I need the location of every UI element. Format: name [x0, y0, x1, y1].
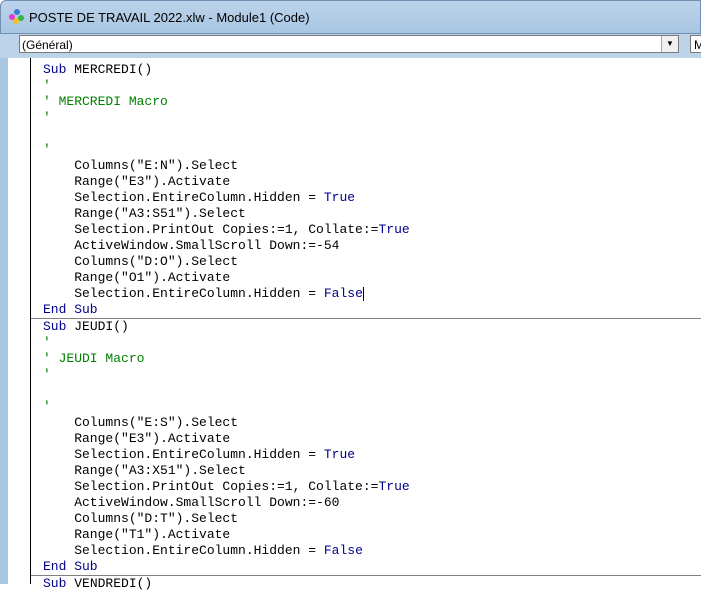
code-line[interactable]: '	[31, 142, 701, 158]
text-caret	[362, 286, 364, 301]
code-line[interactable]	[31, 126, 701, 142]
code-text: ActiveWindow.SmallScroll Down:=-60	[43, 495, 340, 510]
code-text: Selection.EntireColumn.Hidden =	[43, 190, 324, 205]
keyword: True	[378, 222, 410, 237]
keyword: False	[323, 286, 363, 301]
keyword: False	[323, 543, 363, 558]
code-text: Selection.PrintOut Copies:=1, Collate:=	[43, 222, 379, 237]
object-combo[interactable]: (Général) ▼	[19, 35, 679, 53]
comment: '	[43, 142, 51, 157]
code-text: Range("A3:S51").Select	[43, 206, 246, 221]
code-line[interactable]: '	[31, 110, 701, 126]
keyword: End Sub	[43, 302, 98, 317]
code-line[interactable]: '	[31, 367, 701, 383]
code-line[interactable]	[31, 383, 701, 399]
code-line[interactable]: End Sub	[31, 302, 701, 319]
code-line[interactable]: Columns("D:T").Select	[31, 511, 701, 527]
code-line[interactable]: End Sub	[31, 559, 701, 576]
code-line[interactable]: Columns("D:O").Select	[31, 254, 701, 270]
keyword: True	[323, 190, 356, 205]
procedure-combo[interactable]: M	[690, 35, 701, 53]
title-bar: POSTE DE TRAVAIL 2022.xlw - Module1 (Cod…	[0, 0, 701, 34]
code-text: Range("O1").Activate	[43, 270, 231, 285]
keyword: True	[378, 479, 410, 494]
code-editor[interactable]: Sub MERCREDI() ' ' MERCREDI Macro ' ' Column…	[31, 62, 701, 592]
code-text: Selection.PrintOut Copies:=1, Collate:=	[43, 479, 379, 494]
code-text: MERCREDI()	[74, 62, 153, 77]
code-line[interactable]: Range("T1").Activate	[31, 527, 701, 543]
code-line[interactable]: ' MERCREDI Macro	[31, 94, 701, 110]
code-line[interactable]: '	[31, 335, 701, 351]
code-line[interactable]: Selection.PrintOut Copies:=1, Collate:=T…	[31, 222, 701, 238]
comment: '	[43, 399, 51, 414]
code-line[interactable]: Sub VENDREDI()	[31, 576, 701, 592]
comment: '	[43, 78, 51, 93]
keyword: Sub	[43, 319, 75, 334]
code-line[interactable]: Selection.PrintOut Copies:=1, Collate:=T…	[31, 479, 701, 495]
code-text: ActiveWindow.SmallScroll Down:=-54	[43, 238, 340, 253]
code-text: Selection.EntireColumn.Hidden =	[43, 447, 324, 462]
code-line[interactable]: Columns("E:N").Select	[31, 158, 701, 174]
margin-indicator-bar[interactable]	[8, 58, 31, 584]
code-line[interactable]: ActiveWindow.SmallScroll Down:=-60	[31, 495, 701, 511]
code-text: Selection.EntireColumn.Hidden =	[43, 286, 324, 301]
chevron-down-icon[interactable]: ▼	[661, 36, 678, 52]
code-text: Range("E3").Activate	[43, 174, 231, 189]
comment: ' JEUDI Macro	[43, 351, 145, 366]
comment: '	[43, 110, 51, 125]
code-text: Columns("E:S").Select	[43, 415, 239, 430]
keyword: True	[323, 447, 356, 462]
code-text: Range("T1").Activate	[43, 527, 231, 542]
code-line[interactable]: Range("A3:X51").Select	[31, 463, 701, 479]
code-text: Range("E3").Activate	[43, 431, 231, 446]
code-line[interactable]: Range("E3").Activate	[31, 174, 701, 190]
code-line[interactable]: Selection.EntireColumn.Hidden = True	[31, 190, 701, 206]
code-line[interactable]: Sub MERCREDI()	[31, 62, 701, 78]
code-line[interactable]: Selection.EntireColumn.Hidden = False	[31, 286, 701, 302]
window-frame	[0, 58, 8, 584]
comment: ' MERCREDI Macro	[43, 94, 168, 109]
procedure-combo-value: M	[694, 38, 701, 52]
window-title: POSTE DE TRAVAIL 2022.xlw - Module1 (Cod…	[29, 9, 310, 25]
code-line[interactable]: Selection.EntireColumn.Hidden = False	[31, 543, 701, 559]
comment: '	[43, 335, 51, 350]
code-text: Columns("D:O").Select	[43, 254, 239, 269]
code-line[interactable]: Range("A3:S51").Select	[31, 206, 701, 222]
vba-module-icon	[9, 9, 25, 25]
code-text: Columns("E:N").Select	[43, 158, 239, 173]
code-line[interactable]: Selection.EntireColumn.Hidden = True	[31, 447, 701, 463]
code-line[interactable]: ' JEUDI Macro	[31, 351, 701, 367]
code-text: Range("A3:X51").Select	[43, 463, 246, 478]
code-text: Selection.EntireColumn.Hidden =	[43, 543, 324, 558]
keyword: Sub	[43, 62, 75, 77]
code-line[interactable]: Sub JEUDI()	[31, 319, 701, 335]
object-combo-value: (Général)	[22, 38, 73, 52]
code-text: JEUDI()	[74, 319, 129, 334]
code-line[interactable]: Range("O1").Activate	[31, 270, 701, 286]
code-line[interactable]: Range("E3").Activate	[31, 431, 701, 447]
code-line[interactable]: ActiveWindow.SmallScroll Down:=-54	[31, 238, 701, 254]
code-line[interactable]: '	[31, 78, 701, 94]
comment: '	[43, 367, 51, 382]
code-line[interactable]: '	[31, 399, 701, 415]
code-line[interactable]: Columns("E:S").Select	[31, 415, 701, 431]
keyword: End Sub	[43, 559, 98, 574]
code-text: Columns("D:T").Select	[43, 511, 239, 526]
